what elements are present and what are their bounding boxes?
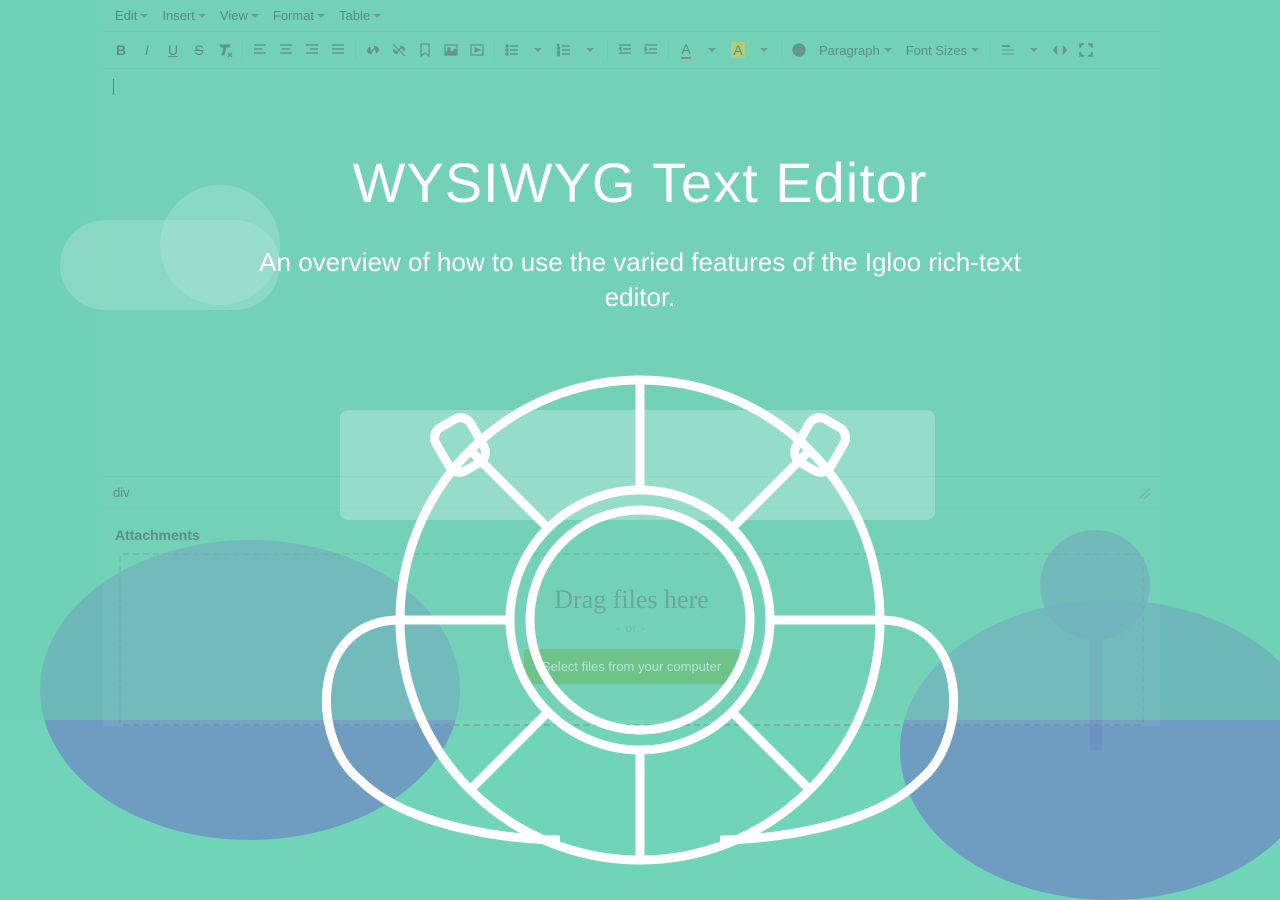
caret-down-icon (198, 14, 206, 18)
media-button[interactable] (465, 38, 489, 62)
caret-down-icon (1030, 48, 1038, 52)
caret-down-icon (534, 48, 542, 52)
clear-formatting-button[interactable] (213, 38, 237, 62)
attachments-dropzone[interactable]: Drag files here - or - Select files from… (119, 553, 1144, 726)
separator (242, 40, 243, 60)
text-color-button[interactable]: A (674, 38, 698, 62)
numbered-list-button[interactable]: 123 (552, 38, 576, 62)
caret-down-icon (251, 14, 259, 18)
menu-insert-label: Insert (162, 8, 195, 23)
editor-content-area[interactable] (103, 69, 1160, 477)
dropzone-title: Drag files here (121, 585, 1142, 615)
menu-format-label: Format (273, 8, 314, 23)
code-button[interactable] (1048, 38, 1072, 62)
bg-color-label: A (731, 42, 744, 58)
formats-dropdown[interactable] (1022, 38, 1046, 62)
element-path[interactable]: div (113, 485, 130, 500)
bookmark-button[interactable] (413, 38, 437, 62)
menu-edit-label: Edit (115, 8, 137, 23)
strikethrough-button[interactable]: S (187, 38, 211, 62)
caret-down-icon (708, 48, 716, 52)
text-color-label: A (681, 41, 690, 59)
text-cursor (113, 79, 114, 95)
bg-color-dropdown[interactable] (752, 38, 776, 62)
editor-container: Edit Insert View Format Table B I U S 12… (103, 0, 1160, 726)
separator (494, 40, 495, 60)
caret-down-icon (760, 48, 768, 52)
paragraph-dropdown[interactable]: Paragraph (813, 38, 898, 62)
status-bar: div (103, 477, 1160, 509)
menu-edit[interactable]: Edit (109, 4, 154, 27)
svg-text:3: 3 (557, 52, 560, 58)
resize-handle-icon[interactable] (1138, 487, 1150, 499)
align-left-button[interactable] (248, 38, 272, 62)
bold-button[interactable]: B (109, 38, 133, 62)
font-sizes-dropdown[interactable]: Font Sizes (900, 38, 985, 62)
link-button[interactable] (361, 38, 385, 62)
menu-insert[interactable]: Insert (156, 4, 212, 27)
bullet-list-dropdown[interactable] (526, 38, 550, 62)
align-right-button[interactable] (300, 38, 324, 62)
text-color-dropdown[interactable] (700, 38, 724, 62)
toolbar: B I U S 123 A A Paragraph Font Sizes (103, 32, 1160, 69)
caret-down-icon (586, 48, 594, 52)
font-sizes-label: Font Sizes (906, 43, 967, 58)
separator (607, 40, 608, 60)
caret-down-icon (971, 48, 979, 52)
indent-button[interactable] (639, 38, 663, 62)
separator (990, 40, 991, 60)
menu-table-label: Table (339, 8, 370, 23)
caret-down-icon (140, 14, 148, 18)
attachments-heading: Attachments (103, 509, 1160, 553)
bg-color-button[interactable]: A (726, 38, 750, 62)
separator (781, 40, 782, 60)
align-justify-button[interactable] (326, 38, 350, 62)
outdent-button[interactable] (613, 38, 637, 62)
align-center-button[interactable] (274, 38, 298, 62)
underline-button[interactable]: U (161, 38, 185, 62)
caret-down-icon (317, 14, 325, 18)
numbered-list-dropdown[interactable] (578, 38, 602, 62)
image-button[interactable] (439, 38, 463, 62)
separator (355, 40, 356, 60)
select-files-button[interactable]: Select files from your computer (524, 649, 739, 684)
emoji-button[interactable] (787, 38, 811, 62)
unlink-button[interactable] (387, 38, 411, 62)
menubar: Edit Insert View Format Table (103, 0, 1160, 32)
menu-format[interactable]: Format (267, 4, 331, 27)
caret-down-icon (373, 14, 381, 18)
fullscreen-button[interactable] (1074, 38, 1098, 62)
menu-view-label: View (220, 8, 248, 23)
menu-view[interactable]: View (214, 4, 265, 27)
italic-button[interactable]: I (135, 38, 159, 62)
formats-button[interactable] (996, 38, 1020, 62)
separator (668, 40, 669, 60)
menu-table[interactable]: Table (333, 4, 387, 27)
bullet-list-button[interactable] (500, 38, 524, 62)
paragraph-label: Paragraph (819, 43, 880, 58)
dropzone-or: - or - (121, 623, 1142, 635)
caret-down-icon (884, 48, 892, 52)
